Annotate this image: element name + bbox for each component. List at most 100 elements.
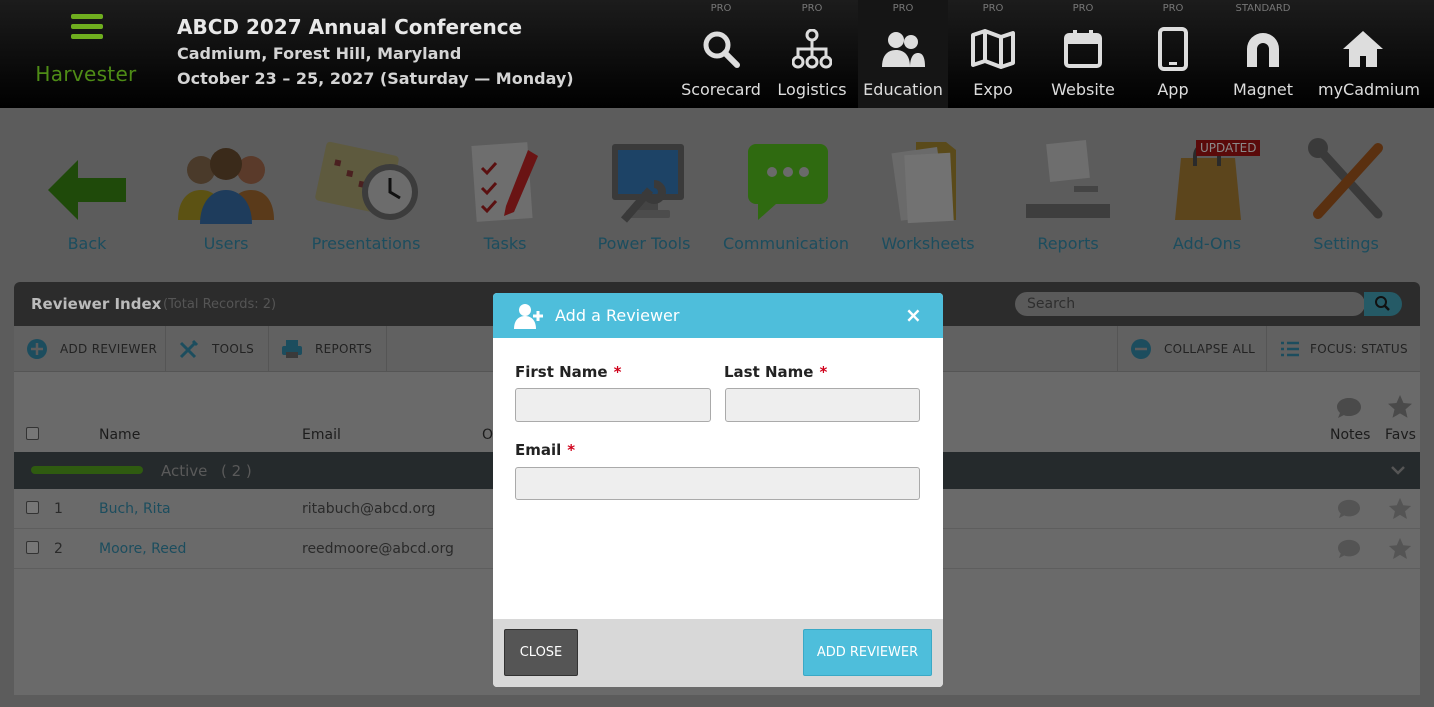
reviewer-email: ritabuch@abcd.org (302, 501, 436, 517)
nav-label: App (1157, 80, 1189, 99)
nav-tier: PRO (710, 3, 732, 14)
nav-label: Scorecard (681, 80, 761, 99)
required-mark: * (613, 363, 622, 381)
toolbar-add-ons[interactable]: UPDATED Add-Ons (1137, 138, 1277, 253)
hamburger-menu-icon[interactable] (71, 14, 103, 40)
add-reviewer-label: ADD REVIEWER (60, 342, 158, 356)
nav-label: Magnet (1232, 80, 1294, 99)
notes-icon[interactable] (1335, 538, 1363, 560)
search-input[interactable]: Search (1015, 292, 1365, 316)
search-button[interactable] (1364, 292, 1402, 316)
row-number: 1 (54, 501, 63, 517)
toolbar-worksheets[interactable]: Worksheets (858, 138, 998, 253)
column-email[interactable]: Email (302, 427, 341, 443)
conference-location: Cadmium, Forest Hill, Maryland (177, 44, 462, 63)
nav-tier: PRO (801, 3, 823, 14)
row-checkbox[interactable] (26, 501, 39, 514)
toolbar-settings[interactable]: Settings (1276, 138, 1416, 253)
toolbar-communication[interactable]: Communication (716, 138, 856, 253)
sitemap-icon (792, 29, 832, 69)
tools-label: TOOLS (212, 342, 255, 356)
add-reviewer-modal: Add a Reviewer × First Name * Last Name * … (493, 293, 943, 687)
email-label-text: Email (515, 441, 562, 459)
toolbar-label: Add-Ons (1172, 234, 1242, 253)
first-name-label-text: First Name (515, 363, 608, 381)
column-other[interactable]: O (482, 427, 493, 443)
folder-icon (891, 142, 956, 224)
required-mark: * (567, 441, 576, 459)
first-name-field[interactable] (515, 388, 711, 422)
toolbar-tasks[interactable]: Tasks (435, 138, 575, 253)
collapse-all-button[interactable]: COLLAPSE ALL (1117, 326, 1267, 372)
first-name-label: First Name * (515, 363, 621, 381)
toolbar-reports[interactable]: Reports (998, 138, 1138, 253)
nav-label: Logistics (777, 80, 847, 99)
nav-magnet[interactable]: STANDARD Magnet (1218, 0, 1308, 108)
group-label: Active (161, 462, 208, 480)
top-bar: Harvester ABCD 2027 Annual Conference Ca… (0, 0, 1434, 108)
map-icon (971, 29, 1015, 69)
reviewer-name-link[interactable]: Buch, Rita (99, 501, 171, 517)
column-name[interactable]: Name (99, 427, 140, 443)
nav-expo[interactable]: PRO Expo (948, 0, 1038, 108)
last-name-field[interactable] (725, 388, 920, 422)
printer-icon (1026, 140, 1110, 218)
nav-label: myCadmium (1318, 80, 1420, 99)
toolbar-power-tools[interactable]: Power Tools (574, 138, 714, 253)
checklist-icon (471, 142, 538, 222)
focus-status-label: FOCUS: STATUS (1310, 342, 1408, 356)
conference-dates: October 23 – 25, 2027 (Saturday — Monday… (177, 69, 574, 88)
add-reviewer-button[interactable]: ADD REVIEWER (14, 326, 166, 372)
reports-button[interactable]: REPORTS (269, 326, 387, 372)
nav-scorecard[interactable]: PRO Scorecard (676, 0, 766, 108)
nav-tier: PRO (892, 3, 914, 14)
minus-circle-icon (1131, 339, 1151, 359)
add-reviewer-submit-button[interactable]: ADD REVIEWER (803, 629, 932, 676)
nav-app[interactable]: PRO App (1128, 0, 1218, 108)
tools-button[interactable]: TOOLS (166, 326, 269, 372)
close-button[interactable]: CLOSE (504, 629, 578, 676)
last-name-label-text: Last Name (724, 363, 814, 381)
nav-education[interactable]: PRO Education (858, 0, 948, 108)
chevron-down-icon[interactable] (1390, 464, 1406, 476)
brand[interactable]: Harvester (0, 0, 172, 108)
calendar-clock-icon (315, 141, 418, 220)
toolbar-back[interactable]: Back (17, 138, 157, 253)
row-checkbox[interactable] (26, 541, 39, 554)
toolbar-users[interactable]: Users (156, 138, 296, 253)
conference-title: ABCD 2027 Annual Conference (177, 15, 523, 39)
nav-logistics[interactable]: PRO Logistics (767, 0, 857, 108)
select-all-checkbox[interactable] (26, 427, 39, 440)
nav-website[interactable]: PRO Website (1038, 0, 1128, 108)
notes-icon[interactable] (1335, 498, 1363, 520)
reviewer-name-link[interactable]: Moore, Reed (99, 541, 186, 557)
star-icon[interactable] (1387, 537, 1413, 561)
back-arrow-icon (48, 160, 126, 220)
wrench-icon (179, 339, 199, 359)
nav-mycadmium[interactable]: myCadmium (1318, 0, 1420, 108)
brand-name: Harvester (35, 62, 137, 86)
search-icon (703, 31, 740, 68)
close-icon[interactable]: × (905, 303, 922, 327)
toolbar-label: Settings (1313, 234, 1379, 253)
focus-status-button[interactable]: FOCUS: STATUS (1267, 326, 1420, 372)
column-notes[interactable]: Notes (1330, 427, 1370, 443)
star-icon[interactable] (1387, 497, 1413, 521)
updated-badge: UPDATED (1196, 140, 1261, 156)
add-user-icon (514, 304, 543, 329)
column-favs[interactable]: Favs (1385, 427, 1416, 443)
last-name-label: Last Name * (724, 363, 827, 381)
nav-tier (1318, 3, 1408, 15)
toolbar-presentations[interactable]: Presentations (296, 138, 436, 253)
collapse-all-label: COLLAPSE ALL (1164, 342, 1256, 356)
nav-tier: PRO (982, 3, 1004, 14)
modal-title: Add a Reviewer (555, 306, 680, 325)
toolbar-label: Presentations (311, 234, 421, 253)
toolbar-label: Tasks (483, 234, 527, 253)
printer-icon (282, 340, 302, 358)
nav-tier: STANDARD (1235, 3, 1291, 14)
toolbar-label: Power Tools (597, 234, 691, 253)
email-field[interactable] (515, 467, 920, 500)
star-icon (1388, 395, 1412, 418)
phone-icon (1158, 27, 1188, 71)
